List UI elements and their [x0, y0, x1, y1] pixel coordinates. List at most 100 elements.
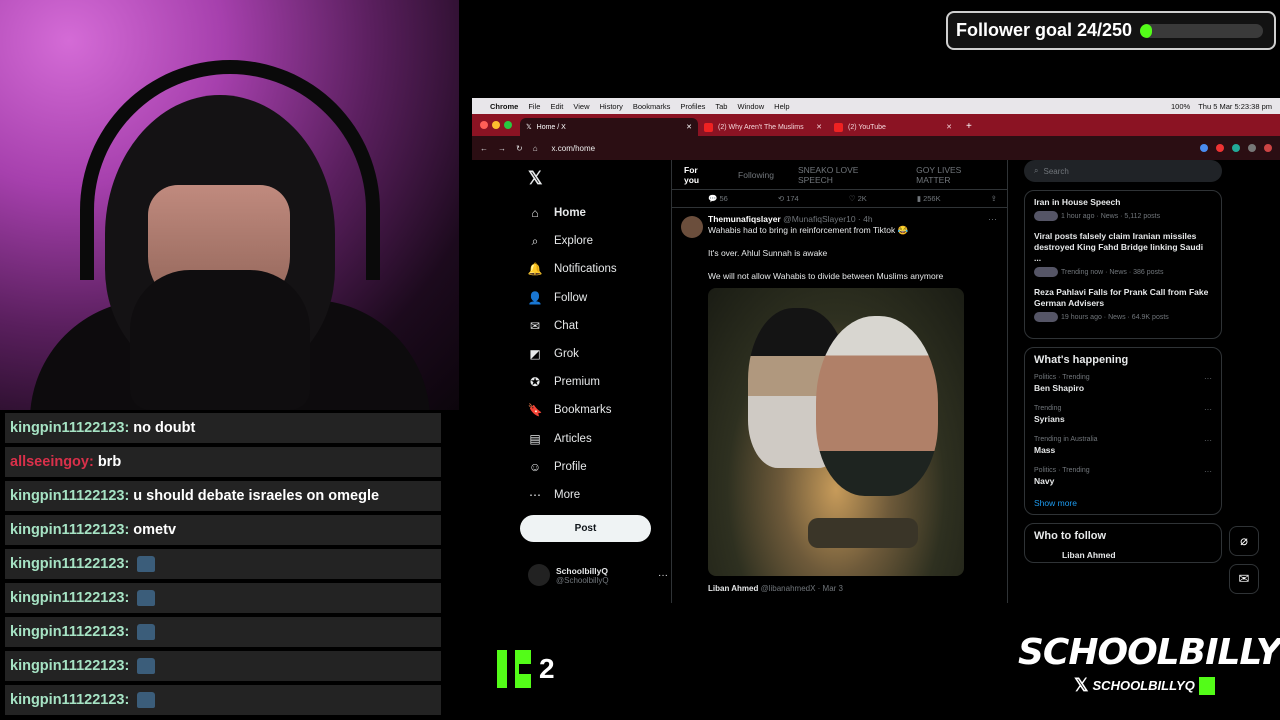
nav-item-chat[interactable]: ✉ Chat	[520, 312, 672, 340]
chat-username[interactable]: kingpin11122123:	[10, 692, 129, 708]
profile-avatar-icon[interactable]	[1264, 144, 1272, 152]
nav-item-bookmarks[interactable]: 🔖 Bookmarks	[520, 396, 672, 424]
tweet-image[interactable]	[708, 288, 964, 576]
kick-small-icon	[1198, 676, 1215, 695]
news-item[interactable]: Viral posts falsely claim Iranian missil…	[1034, 231, 1212, 277]
chat-username[interactable]: allseeingoy:	[10, 454, 94, 470]
menu-help[interactable]: Help	[774, 102, 789, 111]
bookmark-star-icon[interactable]	[1200, 144, 1208, 152]
home-button-icon[interactable]: ⌂	[533, 144, 538, 153]
url-field[interactable]: x.com/home	[552, 144, 596, 153]
show-more-link[interactable]: Show more	[1034, 498, 1212, 508]
menu-window[interactable]: Window	[737, 102, 764, 111]
trend-item[interactable]: Politics · Trending Navy ···	[1034, 467, 1212, 486]
timeline-tab[interactable]: For you	[672, 165, 726, 185]
nav-item-notifications[interactable]: 🔔 Notifications	[520, 255, 672, 283]
nav-item-grok[interactable]: ◩ Grok	[520, 340, 672, 368]
right-sidebar: ⌕ Search Iran in House Speech 1 hour ago ·…	[1024, 160, 1222, 563]
share-icon[interactable]: ⇪	[991, 194, 997, 203]
quoted-tweet-header[interactable]: Liban Ahmed @libanahmedX · Mar 3	[708, 584, 843, 593]
menu-edit[interactable]: Edit	[550, 102, 563, 111]
close-tab-icon[interactable]: ✕	[946, 123, 952, 131]
follow-suggestion[interactable]: Liban Ahmed	[1034, 550, 1212, 560]
chat-message: kingpin11122123: ometv	[5, 515, 441, 545]
premium-icon: ✪	[529, 375, 541, 390]
chat-username[interactable]: kingpin11122123:	[10, 590, 129, 606]
menu-tab[interactable]: Tab	[715, 102, 727, 111]
extension-icon[interactable]	[1216, 144, 1224, 152]
nav-item-home[interactable]: ⌂ Home	[520, 199, 672, 227]
chat-username[interactable]: kingpin11122123:	[10, 624, 129, 640]
post-button[interactable]: Post	[520, 515, 651, 543]
tab-youtube-video[interactable]: (2) Why Aren't The Muslims ✕	[698, 118, 828, 136]
forward-icon[interactable]: →	[498, 144, 506, 153]
tweet[interactable]: Themunafiqslayer @MunafiqSlayer10 · 4h ·…	[672, 208, 1007, 576]
search-icon: ⌕	[1034, 166, 1039, 175]
menu-chrome[interactable]: Chrome	[490, 102, 518, 111]
chat-username[interactable]: kingpin11122123:	[10, 556, 129, 572]
minimize-window-icon[interactable]	[492, 121, 500, 129]
nav-item-more[interactable]: ⋯ More	[520, 481, 672, 509]
avatar	[681, 216, 703, 238]
more-dots-icon[interactable]: ···	[1204, 436, 1212, 445]
x-logo-icon: 𝕏	[1074, 675, 1089, 695]
extension-icon[interactable]	[1248, 144, 1256, 152]
nav-item-articles[interactable]: ▤ Articles	[520, 425, 672, 453]
close-tab-icon[interactable]: ✕	[816, 123, 822, 131]
menu-bookmarks[interactable]: Bookmarks	[633, 102, 671, 111]
close-tab-icon[interactable]: ✕	[686, 123, 692, 131]
new-tab-button[interactable]: +	[966, 121, 972, 132]
follower-goal-bar	[1140, 23, 1264, 38]
extension-icon[interactable]	[1232, 144, 1240, 152]
zoom-window-icon[interactable]	[504, 121, 512, 129]
menu-history[interactable]: History	[600, 102, 623, 111]
mac-menu-bar: Chrome File Edit View History Bookmarks Profil…	[472, 98, 1280, 114]
grok-float-icon[interactable]: ⌀	[1229, 526, 1259, 556]
chat-text: brb	[97, 454, 122, 470]
reply-count[interactable]: 💬 56	[708, 194, 728, 203]
chat-username[interactable]: kingpin11122123:	[10, 522, 129, 538]
news-meta: 1 hour ago · News · 5,112 posts	[1061, 212, 1161, 220]
reload-icon[interactable]: ↻	[516, 144, 523, 153]
menu-clock[interactable]: Thu 5 Mar 5:23:38 pm	[1198, 102, 1272, 111]
trend-item[interactable]: Politics · Trending Ben Shapiro ···	[1034, 374, 1212, 393]
news-item[interactable]: Reza Pahlavi Falls for Prank Call from F…	[1034, 287, 1212, 322]
menu-file[interactable]: File	[528, 102, 540, 111]
nav-item-follow[interactable]: 👤 Follow	[520, 284, 672, 312]
chat-username[interactable]: kingpin11122123:	[10, 420, 129, 436]
view-count[interactable]: ▮ 256K	[917, 194, 941, 203]
more-dots-icon[interactable]: ···	[1204, 405, 1212, 414]
more-dots-icon[interactable]: ···	[1204, 374, 1212, 383]
search-input[interactable]: ⌕ Search	[1024, 160, 1222, 182]
chat-username[interactable]: kingpin11122123:	[10, 658, 129, 674]
nav-item-profile[interactable]: ☺ Profile	[520, 453, 672, 481]
tab-youtube[interactable]: (2) YouTube ✕	[828, 118, 958, 136]
more-dots-icon[interactable]: ···	[658, 570, 668, 581]
timeline-tab[interactable]: Following	[726, 170, 786, 180]
timeline-tab[interactable]: SNEAKO LOVE SPEECH	[786, 165, 904, 185]
battery-status[interactable]: 100%	[1171, 102, 1190, 111]
news-item[interactable]: Iran in House Speech 1 hour ago · News · …	[1034, 197, 1212, 221]
nav-label: Home	[554, 207, 586, 220]
messages-float-icon[interactable]: ✉	[1229, 564, 1259, 594]
like-count[interactable]: ♡ 2K	[849, 194, 867, 203]
close-window-icon[interactable]	[480, 121, 488, 129]
nav-item-premium[interactable]: ✪ Premium	[520, 368, 672, 396]
x-logo-icon[interactable]: 𝕏	[528, 168, 672, 189]
account-switcher[interactable]: SchoolbillyQ @SchoolbillyQ ···	[528, 564, 668, 586]
repost-count[interactable]: ⟲ 174	[778, 194, 799, 203]
profile-icon: ☺	[528, 459, 542, 474]
nav-item-explore[interactable]: ⌕ Explore	[520, 227, 672, 255]
trend-name: Syrians	[1034, 414, 1065, 424]
timeline-tab[interactable]: GOY LIVES MATTER	[904, 165, 1007, 185]
more-dots-icon[interactable]: ···	[1204, 467, 1212, 476]
back-icon[interactable]: ←	[480, 144, 488, 153]
tab-home-x[interactable]: 𝕏 Home / X ✕	[520, 118, 698, 136]
trend-item[interactable]: Trending in Australia Mass ···	[1034, 436, 1212, 455]
menu-profiles[interactable]: Profiles	[680, 102, 705, 111]
more-dots-icon[interactable]: ···	[988, 214, 997, 224]
menu-view[interactable]: View	[573, 102, 589, 111]
tweet-author[interactable]: Themunafiqslayer	[708, 214, 781, 224]
chat-username[interactable]: kingpin11122123:	[10, 488, 129, 504]
trend-item[interactable]: Trending Syrians ···	[1034, 405, 1212, 424]
